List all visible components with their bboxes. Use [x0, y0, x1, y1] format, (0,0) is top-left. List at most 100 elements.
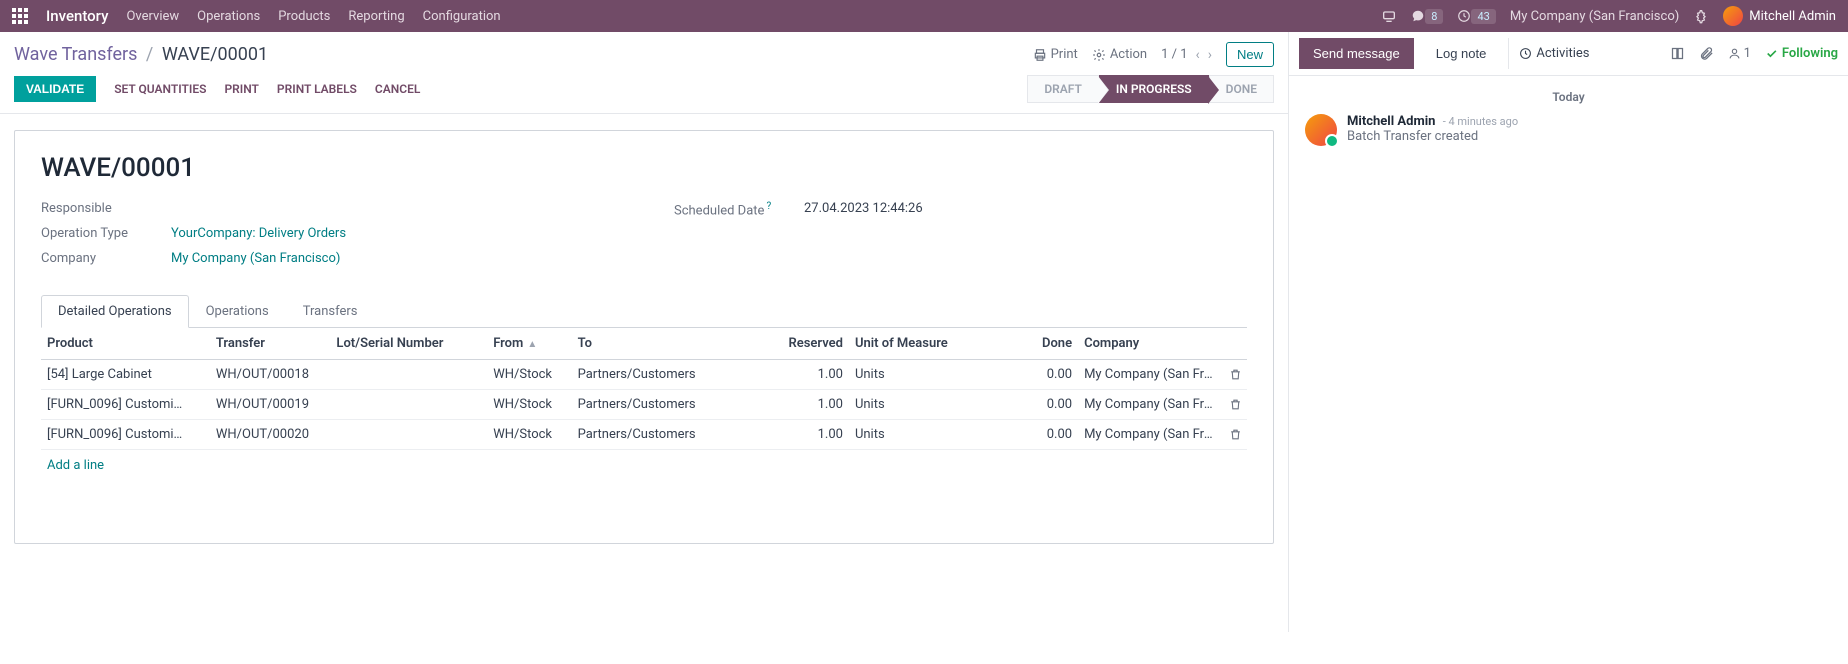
cell-company[interactable]: My Company (San Fran…	[1078, 390, 1223, 420]
cell-delete[interactable]	[1223, 360, 1247, 390]
cancel-button[interactable]: CANCEL	[375, 82, 420, 96]
user-avatar-icon	[1723, 6, 1743, 26]
trash-icon[interactable]	[1229, 368, 1241, 381]
message-avatar	[1305, 114, 1337, 146]
action-button[interactable]: Action	[1092, 47, 1147, 62]
activities-button[interactable]: Activities	[1508, 38, 1599, 69]
message-time: - 4 minutes ago	[1443, 115, 1518, 128]
value-operation-type[interactable]: YourCompany: Delivery Orders	[171, 226, 346, 241]
value-scheduled-date[interactable]: 27.04.2023 12:44:26	[804, 201, 923, 218]
new-button[interactable]: New	[1226, 42, 1274, 67]
cell-product[interactable]: [54] Large Cabinet	[41, 360, 210, 390]
cell-from[interactable]: WH/Stock	[487, 420, 571, 450]
trash-icon[interactable]	[1229, 428, 1241, 441]
help-icon[interactable]: ?	[766, 201, 771, 212]
messages-badge: 8	[1425, 9, 1443, 24]
print-button[interactable]: Print	[1033, 47, 1078, 62]
followers-button[interactable]: 1	[1728, 46, 1751, 61]
cell-uom[interactable]: Units	[849, 420, 994, 450]
add-line-button[interactable]: Add a line	[41, 450, 110, 481]
th-done[interactable]: Done	[994, 328, 1078, 360]
cell-done[interactable]: 0.00	[994, 360, 1078, 390]
value-company[interactable]: My Company (San Francisco)	[171, 251, 340, 266]
cell-delete[interactable]	[1223, 390, 1247, 420]
cell-uom[interactable]: Units	[849, 390, 994, 420]
cell-delete[interactable]	[1223, 420, 1247, 450]
cell-product[interactable]: [FURN_0096] Customi…	[41, 420, 210, 450]
cell-to[interactable]: Partners/Customers	[572, 420, 753, 450]
cell-done[interactable]: 0.00	[994, 390, 1078, 420]
cell-transfer[interactable]: WH/OUT/00019	[210, 390, 331, 420]
activities-icon[interactable]: 43	[1457, 9, 1495, 24]
following-button[interactable]: Following	[1765, 46, 1838, 61]
cell-product[interactable]: [FURN_0096] Customi…	[41, 390, 210, 420]
th-to[interactable]: To	[572, 328, 753, 360]
user-name: Mitchell Admin	[1749, 9, 1836, 24]
apps-icon[interactable]	[12, 8, 28, 24]
button-bar: VALIDATE SET QUANTITIES PRINT PRINT LABE…	[0, 69, 1288, 114]
trash-icon[interactable]	[1229, 398, 1241, 411]
cell-transfer[interactable]: WH/OUT/00020	[210, 420, 331, 450]
person-icon	[1728, 47, 1741, 60]
pager-prev[interactable]: ‹	[1196, 47, 1200, 63]
print-labels-button-2[interactable]: PRINT LABELS	[277, 82, 357, 96]
th-uom[interactable]: Unit of Measure	[849, 328, 994, 360]
attachment-icon[interactable]	[1699, 46, 1714, 61]
cell-uom[interactable]: Units	[849, 360, 994, 390]
menu-products[interactable]: Products	[278, 9, 330, 24]
menu-overview[interactable]: Overview	[126, 9, 179, 24]
cell-to[interactable]: Partners/Customers	[572, 390, 753, 420]
th-reserved[interactable]: Reserved	[752, 328, 848, 360]
cell-to[interactable]: Partners/Customers	[572, 360, 753, 390]
cell-reserved[interactable]: 1.00	[752, 420, 848, 450]
th-company[interactable]: Company	[1078, 328, 1223, 360]
cell-company[interactable]: My Company (San Fran…	[1078, 360, 1223, 390]
status-in-progress[interactable]: IN PROGRESS	[1099, 75, 1209, 103]
tab-transfers[interactable]: Transfers	[286, 295, 375, 328]
send-message-button[interactable]: Send message	[1299, 38, 1414, 69]
th-product[interactable]: Product	[41, 328, 210, 360]
table-row[interactable]: [FURN_0096] Customi…WH/OUT/00019 WH/Stock…	[41, 390, 1247, 420]
tab-detailed-operations[interactable]: Detailed Operations	[41, 295, 189, 328]
th-transfer[interactable]: Transfer	[210, 328, 331, 360]
debug-icon[interactable]	[1693, 8, 1709, 24]
messages-icon[interactable]: 8	[1411, 9, 1443, 24]
cell-from[interactable]: WH/Stock	[487, 360, 571, 390]
user-menu[interactable]: Mitchell Admin	[1723, 6, 1836, 26]
chatter-date-header: Today	[1305, 90, 1832, 104]
table-row[interactable]: [54] Large CabinetWH/OUT/00018 WH/StockPa…	[41, 360, 1247, 390]
cell-lot[interactable]	[330, 390, 487, 420]
app-title[interactable]: Inventory	[46, 7, 108, 25]
breadcrumb-parent[interactable]: Wave Transfers	[14, 44, 137, 65]
status-bar: DRAFT IN PROGRESS DONE	[1027, 75, 1274, 103]
book-icon[interactable]	[1670, 46, 1685, 61]
record-title: WAVE/00001	[41, 153, 1247, 183]
shortcut-icon[interactable]	[1381, 8, 1397, 24]
cell-reserved[interactable]: 1.00	[752, 390, 848, 420]
cell-transfer[interactable]: WH/OUT/00018	[210, 360, 331, 390]
gear-icon	[1092, 48, 1106, 62]
cell-reserved[interactable]: 1.00	[752, 360, 848, 390]
cell-lot[interactable]	[330, 360, 487, 390]
cell-done[interactable]: 0.00	[994, 420, 1078, 450]
log-note-button[interactable]: Log note	[1422, 38, 1501, 69]
set-quantities-button[interactable]: SET QUANTITIES	[114, 82, 206, 96]
menu-configuration[interactable]: Configuration	[423, 9, 501, 24]
sort-asc-icon: ▲	[527, 339, 537, 350]
pager-next[interactable]: ›	[1208, 47, 1212, 63]
menu-reporting[interactable]: Reporting	[348, 9, 404, 24]
tab-operations[interactable]: Operations	[189, 295, 286, 328]
status-draft[interactable]: DRAFT	[1027, 75, 1099, 103]
cell-from[interactable]: WH/Stock	[487, 390, 571, 420]
menu-operations[interactable]: Operations	[197, 9, 260, 24]
validate-button[interactable]: VALIDATE	[14, 76, 96, 102]
th-from[interactable]: From▲	[487, 328, 571, 360]
print-labels-button-1[interactable]: PRINT	[224, 82, 258, 96]
operations-table: Product Transfer Lot/Serial Number From▲…	[41, 328, 1247, 450]
company-switcher[interactable]: My Company (San Francisco)	[1510, 9, 1679, 24]
table-row[interactable]: [FURN_0096] Customi…WH/OUT/00020 WH/Stock…	[41, 420, 1247, 450]
th-lot[interactable]: Lot/Serial Number	[330, 328, 487, 360]
message-author[interactable]: Mitchell Admin	[1347, 114, 1435, 129]
cell-lot[interactable]	[330, 420, 487, 450]
cell-company[interactable]: My Company (San Fran…	[1078, 420, 1223, 450]
